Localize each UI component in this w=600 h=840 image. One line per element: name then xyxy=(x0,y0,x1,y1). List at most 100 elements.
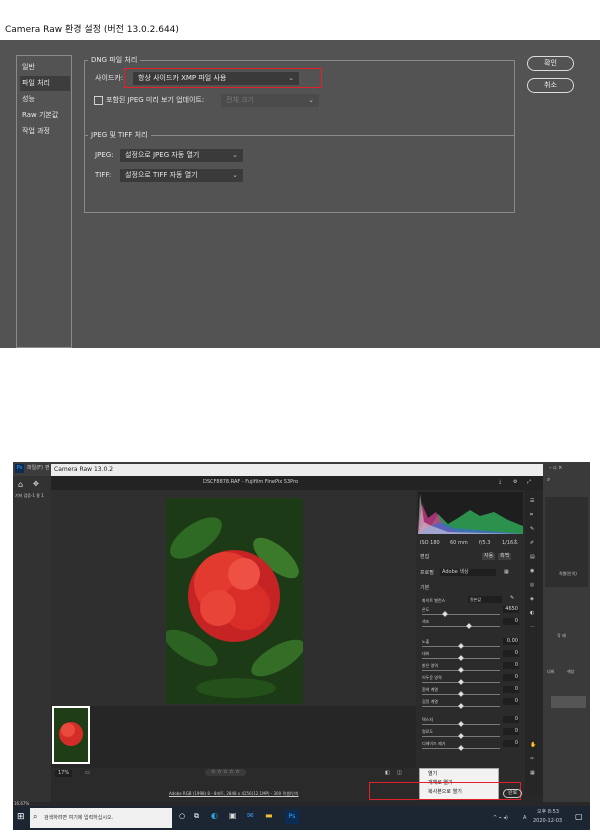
gear-icon[interactable]: ⚙ xyxy=(513,479,517,486)
done-button[interactable]: 완료 xyxy=(503,789,523,798)
slider-knob[interactable] xyxy=(458,703,464,709)
notification-icon[interactable]: ▢ xyxy=(575,812,583,821)
slider-knob[interactable] xyxy=(458,733,464,739)
star-rating[interactable]: ☆ ☆ ☆ ☆ ☆ xyxy=(205,769,246,776)
filmstrip xyxy=(51,706,416,768)
taskbar-search-box[interactable]: ⌕ 검색하려면 여기에 입력하십시오. xyxy=(30,808,172,828)
slider-label: 밝은 영역 xyxy=(422,663,438,668)
eyedropper-icon[interactable]: ✎ xyxy=(510,595,514,602)
slider-row: 어두운 영역 0 xyxy=(422,674,519,685)
more-icon[interactable]: ⋯ xyxy=(530,624,535,631)
slider-knob[interactable] xyxy=(458,679,464,685)
jpeg-select[interactable]: 설정으로 JPEG 자동 열기 ⌄ xyxy=(120,149,243,162)
slider-value[interactable]: 0 xyxy=(503,728,519,735)
crop-icon[interactable]: ⌗ xyxy=(530,512,533,519)
zoom-select[interactable]: 17% xyxy=(55,770,73,777)
sidebar-item-workflow[interactable]: 작업 과정 xyxy=(20,124,70,139)
slider-value[interactable]: 0 xyxy=(503,650,519,657)
windows-start-icon[interactable]: ⊞ xyxy=(17,812,25,822)
slider-value[interactable]: 0 xyxy=(503,686,519,693)
cancel-button[interactable]: 취소 xyxy=(527,78,574,93)
jpeg-value: 설정으로 JPEG 자동 열기 xyxy=(125,151,200,159)
slider-track[interactable] xyxy=(422,614,500,615)
sidebar-item-file-handling[interactable]: 파일 처리 xyxy=(20,76,70,91)
fullscreen-icon[interactable]: ⤢ xyxy=(527,479,531,486)
language-indicator[interactable]: A xyxy=(523,815,526,822)
mail-icon[interactable]: ✉ xyxy=(247,811,254,820)
profile-label: 프로필 xyxy=(420,570,434,576)
ps-layer-thumb[interactable] xyxy=(551,696,586,708)
radial-icon[interactable]: ◉ xyxy=(530,568,534,575)
basic-section-header[interactable]: 기본 xyxy=(420,585,429,592)
grid-icon[interactable]: ▦ xyxy=(530,770,535,777)
fit-icon[interactable]: ▭ xyxy=(85,770,90,777)
embedded-preview-checkbox[interactable] xyxy=(94,96,103,105)
brush-icon[interactable]: ✐ xyxy=(530,540,534,547)
edit-tool-icon[interactable]: ☰ xyxy=(530,498,534,505)
gradient-icon[interactable]: ▤ xyxy=(530,554,535,561)
filmstrip-thumbnail[interactable] xyxy=(52,706,90,764)
tray-icons[interactable]: ^ ⌁ ◂) xyxy=(493,815,508,822)
clock-time[interactable]: 오후 8:53 xyxy=(537,809,559,816)
edge-icon[interactable]: ◐ xyxy=(211,811,218,820)
slider-knob[interactable] xyxy=(442,611,449,617)
window-controls[interactable]: – ▫ × xyxy=(549,465,562,472)
home-icon[interactable]: ⌂ xyxy=(18,480,23,489)
slider-track[interactable] xyxy=(422,626,500,627)
preferences-sidebar: 일반 파일 처리 성능 Raw 기본값 작업 과정 xyxy=(16,55,72,348)
task-view-icon[interactable]: ⧉ xyxy=(194,812,199,821)
slider-value[interactable]: 0 xyxy=(503,674,519,681)
slider-row: 대비 0 xyxy=(422,650,519,661)
profile-browser-icon[interactable]: ▦ xyxy=(504,569,509,576)
sidebar-item-general[interactable]: 일반 xyxy=(20,60,70,75)
slider-knob[interactable] xyxy=(458,745,464,751)
shutter-speed: 1/16초 xyxy=(502,540,518,546)
menu-edit[interactable]: 편 xyxy=(45,465,50,472)
slider-value[interactable]: 0 xyxy=(503,716,519,723)
slider-knob[interactable] xyxy=(458,643,464,649)
slider-value[interactable]: 0 xyxy=(503,618,519,625)
heal-icon[interactable]: ✎ xyxy=(530,526,534,533)
wb-select[interactable]: 원본값 xyxy=(468,596,502,603)
sampler-icon[interactable]: ✑ xyxy=(530,756,534,763)
slider-value[interactable]: 4650 xyxy=(503,606,519,613)
menu-file[interactable]: 파일(F) xyxy=(27,465,43,472)
ps-doc-tab[interactable]: 기저 검증-1 용 1 xyxy=(15,492,44,499)
tiff-select[interactable]: 설정으로 TIFF 자동 열기 ⌄ xyxy=(120,169,243,182)
slider-knob[interactable] xyxy=(458,655,464,661)
hand-icon[interactable]: ✋ xyxy=(530,742,536,749)
snapshot-icon[interactable]: ◐ xyxy=(530,610,534,617)
before-after-icon[interactable]: ◫ xyxy=(397,770,402,777)
compare-icon[interactable]: ◧ xyxy=(385,770,390,777)
search-icon[interactable]: ⌕ xyxy=(547,476,550,484)
sidebar-item-performance[interactable]: 성능 xyxy=(20,92,70,107)
slider-knob[interactable] xyxy=(465,623,472,629)
workflow-options-link[interactable]: Adobe RGB (1998) 8 - 8비트, 2848 x 4256(12… xyxy=(169,790,299,797)
slider-knob[interactable] xyxy=(458,667,464,673)
slider-value[interactable]: 0 xyxy=(503,662,519,669)
slider-row: 명료도 0 xyxy=(422,728,519,739)
redeye-icon[interactable]: ◎ xyxy=(530,582,534,589)
embedded-preview-select[interactable]: 전체 크기 ⌄ xyxy=(221,94,319,107)
explorer-icon[interactable]: ▬ xyxy=(265,811,273,820)
slider-knob[interactable] xyxy=(458,691,464,697)
slider-label: 온도 xyxy=(422,607,430,612)
store-icon[interactable]: ▣ xyxy=(229,811,237,820)
slider-value[interactable]: 0.00 xyxy=(503,638,519,645)
bw-button[interactable]: 흑백 xyxy=(498,553,512,560)
sidebar-item-raw-defaults[interactable]: Raw 기본값 xyxy=(20,108,70,123)
presets-icon[interactable]: ◈ xyxy=(530,596,534,603)
cr-tool-strip: ☰ ⌗ ✎ ✐ ▤ ◉ ◎ ◈ ◐ ⋯ ✋ ✑ ▦ xyxy=(525,490,543,795)
move-tool-icon[interactable]: ✥ xyxy=(33,480,39,488)
save-icon[interactable]: ⤓ xyxy=(499,479,501,486)
ok-button[interactable]: 확인 xyxy=(527,56,574,71)
slider-knob[interactable] xyxy=(458,721,464,727)
auto-button[interactable]: 자동 xyxy=(482,553,496,560)
menu-open[interactable]: 열기 xyxy=(428,770,437,778)
cortana-icon[interactable]: ○ xyxy=(179,812,185,820)
photoshop-taskbar-icon[interactable]: Ps xyxy=(285,810,299,824)
profile-select[interactable]: Adobe 색상 xyxy=(440,569,496,576)
slider-value[interactable]: 0 xyxy=(503,740,519,747)
slider-value[interactable]: 0 xyxy=(503,698,519,705)
clock-date[interactable]: 2020-12-03 xyxy=(533,818,562,825)
